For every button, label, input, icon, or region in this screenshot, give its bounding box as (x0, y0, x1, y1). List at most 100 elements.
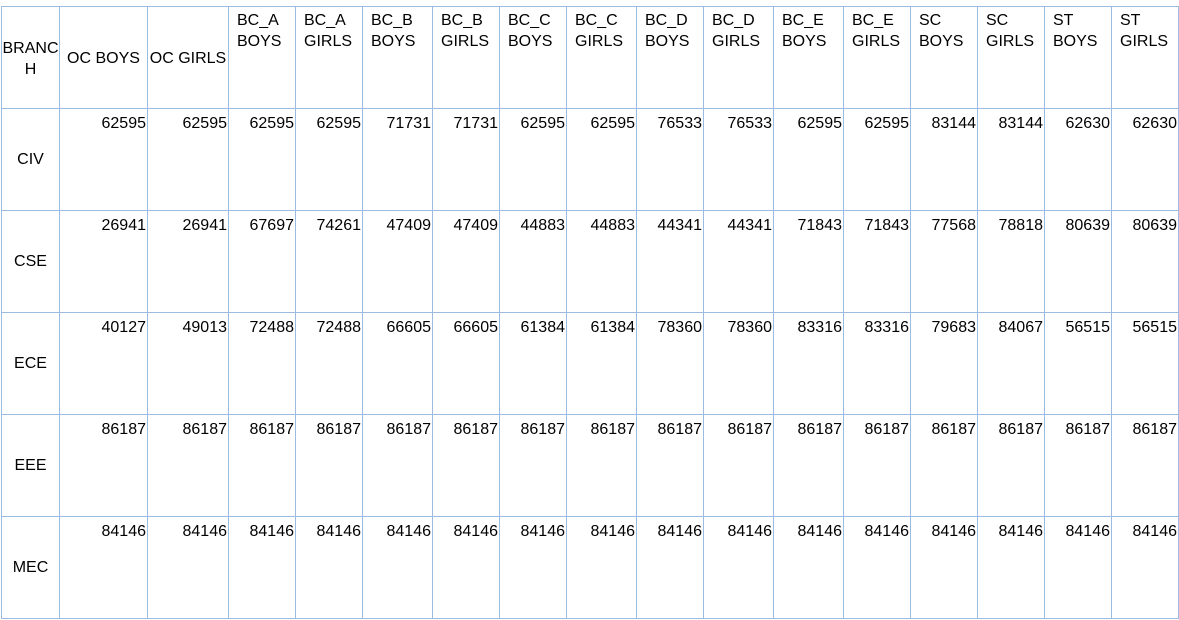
table-row: MEC 84146 84146 84146 84146 84146 84146 84146 84… (1, 516, 1179, 619)
rank-cell: 84146 (147, 516, 229, 619)
rank-cell: 84067 (977, 312, 1045, 415)
rank-cell: 71843 (843, 210, 911, 313)
column-header: BC_E GIRLS (843, 6, 911, 109)
rank-cell: 62595 (773, 108, 844, 211)
rank-cell: 84146 (636, 516, 704, 619)
rank-cell: 40127 (59, 312, 148, 415)
rank-cell: 62630 (1111, 108, 1179, 211)
rank-cell: 86187 (773, 414, 844, 517)
rank-cell: 86187 (295, 414, 363, 517)
column-header: OC GIRLS (147, 6, 229, 109)
column-header: BC_B GIRLS (432, 6, 500, 109)
rank-cell: 86187 (228, 414, 296, 517)
rank-cell: 83144 (977, 108, 1045, 211)
rank-cell: 71731 (362, 108, 433, 211)
rank-cell: 71731 (432, 108, 500, 211)
rank-cell: 67697 (228, 210, 296, 313)
branch-cell: CSE (1, 210, 60, 313)
rank-cell: 44341 (636, 210, 704, 313)
rank-cell: 83144 (910, 108, 978, 211)
rank-cell: 84146 (1111, 516, 1179, 619)
column-header: SC GIRLS (977, 6, 1045, 109)
rank-cell: 80639 (1111, 210, 1179, 313)
cutoff-ranks-table: BRANCH OC BOYS OC GIRLS BC_A BOYS BC_A G… (1, 6, 1179, 619)
rank-cell: 62595 (566, 108, 637, 211)
branch-cell: CIV (1, 108, 60, 211)
rank-cell: 86187 (1111, 414, 1179, 517)
rank-cell: 74261 (295, 210, 363, 313)
column-header: ST BOYS (1044, 6, 1112, 109)
rank-cell: 71843 (773, 210, 844, 313)
branch-cell: MEC (1, 516, 60, 619)
rank-cell: 47409 (432, 210, 500, 313)
rank-cell: 86187 (499, 414, 567, 517)
column-header: BC_E BOYS (773, 6, 844, 109)
rank-cell: 44341 (703, 210, 774, 313)
rank-cell: 80639 (1044, 210, 1112, 313)
rank-cell: 83316 (773, 312, 844, 415)
rank-cell: 56515 (1111, 312, 1179, 415)
branch-cell: ECE (1, 312, 60, 415)
rank-cell: 76533 (703, 108, 774, 211)
branch-cell: EEE (1, 414, 60, 517)
rank-cell: 84146 (228, 516, 296, 619)
rank-cell: 84146 (499, 516, 567, 619)
rank-cell: 62595 (147, 108, 229, 211)
rank-cell: 86187 (703, 414, 774, 517)
header-row: BRANCH OC BOYS OC GIRLS BC_A BOYS BC_A G… (1, 6, 1179, 109)
rank-cell: 84146 (910, 516, 978, 619)
rank-cell: 78360 (636, 312, 704, 415)
rank-cell: 86187 (59, 414, 148, 517)
table-body: CIV 62595 62595 62595 62595 71731 71731 62595 62… (1, 108, 1179, 619)
table-row: CSE 26941 26941 67697 74261 47409 47409 44883 44… (1, 210, 1179, 313)
rank-cell: 62595 (843, 108, 911, 211)
column-header: OC BOYS (59, 6, 148, 109)
rank-cell: 62595 (295, 108, 363, 211)
table-row: EEE 86187 86187 86187 86187 86187 86187 86187 86… (1, 414, 1179, 517)
rank-cell: 86187 (362, 414, 433, 517)
column-header: BC_D GIRLS (703, 6, 774, 109)
rank-cell: 86187 (636, 414, 704, 517)
rank-cell: 56515 (1044, 312, 1112, 415)
rank-cell: 86187 (977, 414, 1045, 517)
rank-cell: 86187 (1044, 414, 1112, 517)
table-row: ECE 40127 49013 72488 72488 66605 66605 61384 61… (1, 312, 1179, 415)
rank-cell: 62595 (59, 108, 148, 211)
rank-cell: 26941 (147, 210, 229, 313)
rank-cell: 76533 (636, 108, 704, 211)
column-header: BC_C BOYS (499, 6, 567, 109)
table-header: BRANCH OC BOYS OC GIRLS BC_A BOYS BC_A G… (1, 6, 1179, 109)
rank-cell: 78360 (703, 312, 774, 415)
rank-cell: 84146 (843, 516, 911, 619)
rank-cell: 78818 (977, 210, 1045, 313)
column-header: BC_A BOYS (228, 6, 296, 109)
column-header: BC_B BOYS (362, 6, 433, 109)
rank-cell: 84146 (703, 516, 774, 619)
table-row: CIV 62595 62595 62595 62595 71731 71731 62595 62… (1, 108, 1179, 211)
rank-cell: 61384 (566, 312, 637, 415)
rank-cell: 72488 (295, 312, 363, 415)
rank-cell: 62595 (499, 108, 567, 211)
rank-cell: 79683 (910, 312, 978, 415)
rank-cell: 84146 (362, 516, 433, 619)
rank-cell: 84146 (59, 516, 148, 619)
rank-cell: 86187 (147, 414, 229, 517)
rank-cell: 83316 (843, 312, 911, 415)
rank-cell: 86187 (843, 414, 911, 517)
column-header: SC BOYS (910, 6, 978, 109)
rank-cell: 26941 (59, 210, 148, 313)
rank-cell: 62595 (228, 108, 296, 211)
rank-cell: 72488 (228, 312, 296, 415)
rank-cell: 61384 (499, 312, 567, 415)
column-header: BC_C GIRLS (566, 6, 637, 109)
rank-cell: 77568 (910, 210, 978, 313)
rank-cell: 66605 (362, 312, 433, 415)
column-header: BC_D BOYS (636, 6, 704, 109)
rank-cell: 49013 (147, 312, 229, 415)
rank-cell: 47409 (362, 210, 433, 313)
rank-cell: 84146 (977, 516, 1045, 619)
rank-cell: 44883 (499, 210, 567, 313)
rank-cell: 84146 (295, 516, 363, 619)
rank-cell: 84146 (566, 516, 637, 619)
rank-cell: 84146 (432, 516, 500, 619)
